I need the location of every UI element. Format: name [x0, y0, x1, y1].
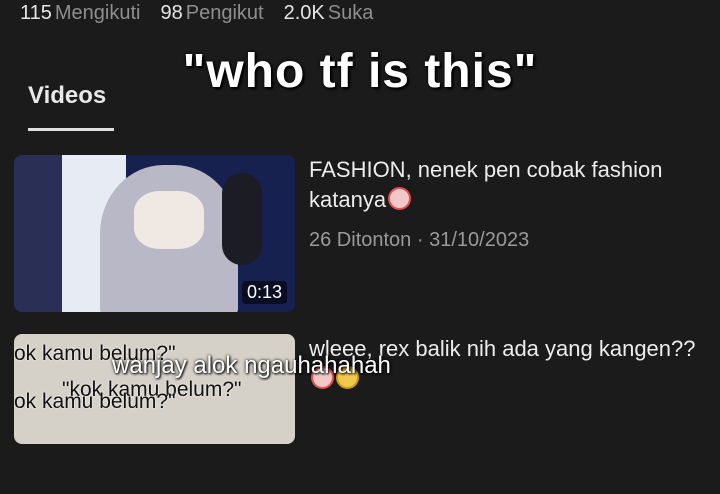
video-item[interactable]: 0:13 FASHION, nenek pen cobak fashion ka… [14, 155, 704, 315]
video-info[interactable]: FASHION, nenek pen cobak fashion katanya… [309, 155, 709, 252]
video-thumbnail[interactable]: ok kamu belum?" "kok kamu belum?" ok kam… [14, 334, 295, 444]
likes-count: 2.0K [283, 1, 325, 24]
video-thumbnail[interactable]: 0:13 [14, 155, 295, 312]
video-date: 31/10/2023 [429, 229, 530, 251]
video-meta: 26 Ditonton · 31/10/2023 [309, 229, 709, 252]
clown-face-icon [388, 187, 412, 210]
thumbnail-shadow [222, 173, 262, 265]
likes-label: Suka [327, 1, 374, 24]
meta-separator: · [416, 229, 424, 251]
overlay-caption-top: "who tf is this" [182, 45, 538, 98]
thumbnail-character-face [134, 191, 204, 249]
following-count: 115 [20, 1, 52, 24]
video-duration: 0:13 [241, 281, 287, 304]
overlay-caption-bottom: wanjay alok ngauhahahah [112, 352, 391, 379]
video-title[interactable]: FASHION, nenek pen cobak fashion katanya [309, 155, 709, 215]
video-title-text: FASHION, nenek pen cobak fashion katanya [309, 157, 663, 212]
followers-label: Pengikut [185, 1, 264, 24]
followers-stat[interactable]: 98 Pengikut [161, 2, 264, 25]
followers-count: 98 [160, 1, 183, 24]
tab-active-indicator [28, 128, 114, 131]
following-stat[interactable]: 115 Mengikuti [20, 2, 141, 25]
likes-stat: 2.0K Suka [284, 2, 374, 25]
thumbnail-text: ok kamu belum?" [14, 390, 176, 413]
video-views: 26 Ditonton [309, 229, 412, 251]
following-label: Mengikuti [54, 1, 141, 24]
profile-stats: 115 Mengikuti 98 Pengikut 2.0K Suka [20, 0, 373, 26]
